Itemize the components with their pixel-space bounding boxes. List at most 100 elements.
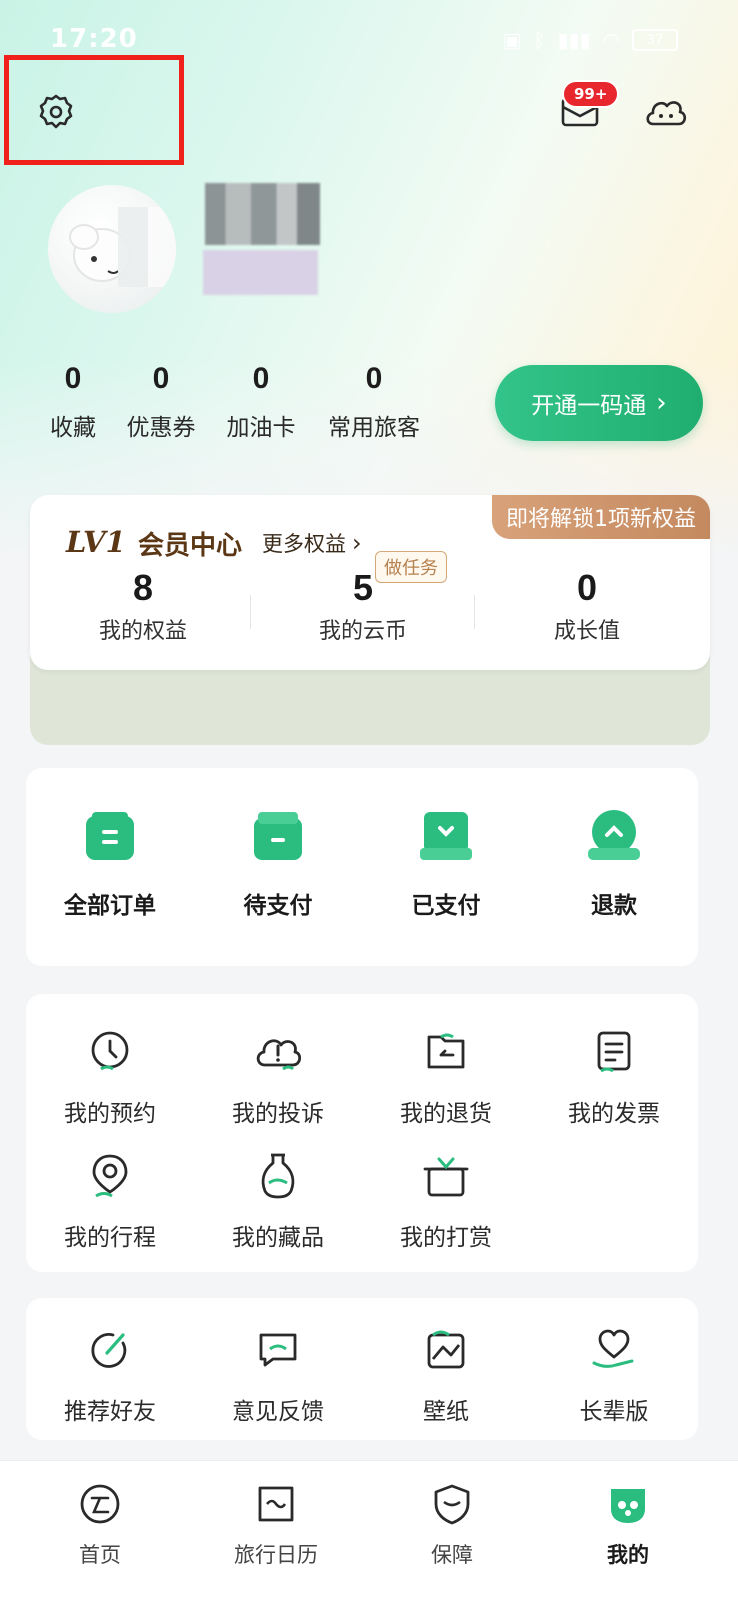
my-returns[interactable]: 我的退货 — [362, 1020, 530, 1128]
member-center-card[interactable]: 即将解锁1项新权益 LV1 会员中心 更多权益 › 做任务 8 我的权益 5 我… — [30, 495, 710, 670]
more-rights-link[interactable]: 更多权益 › — [262, 528, 362, 558]
nav-profile[interactable]: 我的 — [536, 1479, 720, 1569]
wallpaper[interactable]: 壁纸 — [362, 1318, 530, 1426]
clock-icon — [78, 1020, 142, 1084]
member-stat-coins[interactable]: 5 我的云币 — [250, 567, 476, 645]
cloud-face-icon — [646, 101, 687, 126]
username-blurred — [205, 183, 320, 245]
member-stat-value: 0 — [576, 567, 598, 608]
nfc-icon: ▣ — [502, 28, 522, 52]
return-icon — [414, 1020, 478, 1084]
service-label: 我的藏品 — [232, 1225, 324, 1251]
my-complaints[interactable]: 我的投诉 — [194, 1020, 362, 1128]
nav-label: 保障 — [431, 1543, 473, 1567]
my-invoices[interactable]: 我的发票 — [530, 1020, 698, 1128]
service-label: 我的投诉 — [232, 1101, 324, 1127]
order-pending-payment[interactable]: 待支付 — [194, 804, 362, 920]
order-paid[interactable]: 已支付 — [362, 804, 530, 920]
more-card: 推荐好友 意见反馈 壁纸 长辈版 — [26, 1298, 698, 1440]
stat-value: 0 — [252, 362, 270, 395]
status-icons: ▣ ᛒ ▮▮▮ ◠ 37 — [503, 28, 678, 52]
more-label: 意见反馈 — [232, 1399, 324, 1425]
member-level: LV1 — [66, 525, 126, 559]
recommend-friends[interactable]: 推荐好友 — [26, 1318, 194, 1426]
share-icon — [78, 1318, 142, 1382]
my-tips[interactable]: 我的打赏 — [362, 1144, 530, 1252]
more-label: 推荐好友 — [64, 1399, 156, 1425]
order-all[interactable]: 全部订单 — [26, 804, 194, 920]
feedback-icon — [246, 1318, 310, 1382]
orders-card: 全部订单 待支付 已支付 退款 — [26, 768, 698, 966]
member-stat-rights[interactable]: 8 我的权益 — [30, 567, 256, 645]
order-label: 全部订单 — [64, 893, 156, 919]
member-stat-label: 我的权益 — [98, 619, 187, 644]
stat-fuel-cards[interactable]: 0 加油卡 — [222, 362, 300, 442]
avatar-blur — [118, 207, 176, 287]
stat-value: 0 — [152, 362, 170, 395]
cloud-alert-icon — [246, 1020, 310, 1084]
orders-all-icon — [78, 804, 142, 868]
more-label: 壁纸 — [423, 1399, 469, 1425]
order-refund[interactable]: 退款 — [530, 804, 698, 920]
wifi-icon: ◠ — [602, 28, 620, 52]
stat-label: 收藏 — [50, 415, 96, 441]
open-pass-button[interactable]: 开通一码通 › — [495, 365, 703, 441]
nav-home[interactable]: 首页 — [8, 1479, 192, 1569]
service-label: 我的打赏 — [400, 1225, 492, 1251]
message-badge: 99+ — [562, 80, 620, 108]
more-rights-label: 更多权益 — [262, 532, 346, 556]
signal-icon: ▮▮▮ — [557, 28, 591, 52]
my-trips[interactable]: 我的行程 — [26, 1144, 194, 1252]
calendar-icon — [251, 1479, 301, 1529]
refund-icon — [582, 804, 646, 868]
more-label: 长辈版 — [579, 1399, 649, 1425]
status-time: 17:20 — [50, 24, 138, 54]
invoice-icon — [582, 1020, 646, 1084]
member-stat-label: 成长值 — [553, 619, 620, 644]
home-icon — [75, 1479, 125, 1529]
stat-value: 0 — [64, 362, 82, 395]
my-appointments[interactable]: 我的预约 — [26, 1020, 194, 1128]
service-button[interactable] — [638, 84, 694, 140]
stat-frequent-travelers[interactable]: 0 常用旅客 — [324, 362, 424, 442]
user-subtitle-blurred — [203, 250, 318, 295]
service-label: 我的发票 — [568, 1101, 660, 1127]
nav-travel-calendar[interactable]: 旅行日历 — [184, 1479, 368, 1569]
services-card: 我的预约 我的投诉 我的退货 我的发票 我的行程 我的藏品 我的打赏 — [26, 994, 698, 1272]
stat-label: 加油卡 — [226, 415, 296, 441]
service-label: 我的预约 — [64, 1101, 156, 1127]
member-stat-label: 我的云币 — [318, 619, 407, 644]
battery-icon: 37 — [632, 29, 678, 51]
shield-icon — [427, 1479, 477, 1529]
vase-icon — [246, 1144, 310, 1208]
my-collections[interactable]: 我的藏品 — [194, 1144, 362, 1252]
highlight-box — [4, 55, 184, 165]
profile-icon — [603, 1479, 653, 1529]
chevron-right-icon: › — [656, 388, 667, 418]
stat-label: 常用旅客 — [328, 415, 420, 441]
nav-label: 旅行日历 — [234, 1543, 318, 1567]
unlock-badge: 即将解锁1项新权益 — [492, 495, 710, 539]
bottom-nav: 首页 旅行日历 保障 我的 — [0, 1460, 738, 1600]
nav-label: 我的 — [607, 1543, 649, 1567]
bluetooth-icon: ᛒ — [533, 28, 546, 52]
stat-coupons[interactable]: 0 优惠券 — [122, 362, 200, 442]
member-stat-value: 5 — [352, 567, 374, 608]
pending-payment-icon — [246, 804, 310, 868]
gift-box-icon — [414, 1144, 478, 1208]
avatar[interactable] — [48, 185, 176, 313]
nav-label: 首页 — [79, 1543, 121, 1567]
location-pin-icon — [78, 1144, 142, 1208]
nav-protection[interactable]: 保障 — [360, 1479, 544, 1569]
member-title: 会员中心 — [138, 531, 243, 561]
feedback[interactable]: 意见反馈 — [194, 1318, 362, 1426]
elder-mode-icon — [582, 1318, 646, 1382]
member-stat-value: 8 — [132, 567, 154, 608]
stat-value: 0 — [365, 362, 383, 395]
chevron-right-icon: › — [352, 529, 362, 557]
elder-mode[interactable]: 长辈版 — [530, 1318, 698, 1426]
order-label: 退款 — [591, 893, 637, 919]
order-label: 待支付 — [243, 893, 313, 919]
member-stat-growth[interactable]: 0 成长值 — [474, 567, 700, 645]
stat-favorites[interactable]: 0 收藏 — [38, 362, 108, 442]
